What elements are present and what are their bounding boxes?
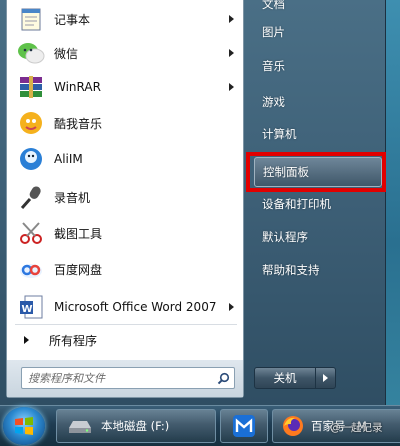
wechat-icon [16, 38, 46, 68]
highlight-frame [246, 152, 386, 192]
program-item-notepad[interactable]: 记事本 [10, 2, 240, 36]
drive-icon [67, 418, 93, 434]
desktop-background [386, 0, 400, 405]
search-box [21, 367, 235, 389]
shutdown-options-button[interactable] [316, 367, 336, 389]
firefox-icon [281, 414, 305, 438]
windows-logo-icon [15, 417, 33, 435]
shutdown-control: 关机 [254, 367, 338, 389]
program-item-aliim[interactable]: AliIM [10, 142, 240, 176]
aliim-icon [16, 144, 46, 174]
maxthon-icon [232, 414, 256, 438]
programs-panel: 记事本 微信 WinRAR 酷我音乐 AliIM 录音机 截图工具 百度网盘 W… [6, 0, 244, 398]
program-label: 截图工具 [54, 226, 103, 241]
program-label: AliIM [54, 152, 83, 166]
submenu-arrow-icon [229, 83, 234, 91]
svg-text:W: W [22, 304, 33, 315]
menu-separator [15, 324, 237, 325]
right-link-games[interactable]: 游戏 [254, 87, 382, 117]
right-link-default-programs[interactable]: 默认程序 [254, 222, 382, 252]
program-label: 百度网盘 [54, 262, 103, 277]
search-input[interactable] [22, 368, 212, 388]
program-item-sound-recorder[interactable]: 录音机 [10, 180, 240, 214]
taskbar-item-local-disk[interactable]: 本地磁盘 (F:) [56, 409, 216, 443]
shutdown-button[interactable]: 关机 [254, 367, 316, 389]
program-item-wechat[interactable]: 微信 [10, 36, 240, 70]
program-item-baidu-netdisk[interactable]: 百度网盘 [10, 252, 240, 286]
submenu-arrow-icon [229, 15, 234, 23]
program-item-word-2007[interactable]: W Microsoft Office Word 2007 [10, 290, 240, 324]
chevron-right-icon [323, 374, 328, 382]
program-label: WinRAR [54, 80, 101, 94]
word-icon: W [16, 292, 46, 322]
taskbar-item-label: 本地磁盘 (F:) [101, 419, 170, 433]
notepad-icon [16, 4, 46, 34]
right-link-help-support[interactable]: 帮助和支持 [254, 255, 382, 285]
baidu-netdisk-icon [16, 254, 46, 284]
microphone-icon [16, 182, 46, 212]
program-label: 录音机 [54, 190, 91, 205]
watermark-text: @一起记录 [330, 422, 383, 434]
start-menu: 记事本 微信 WinRAR 酷我音乐 AliIM 录音机 截图工具 百度网盘 W… [0, 0, 386, 405]
right-link-devices-printers[interactable]: 设备和打印机 [254, 189, 382, 219]
taskbar-item-maxthon[interactable] [220, 409, 268, 443]
submenu-arrow-icon [229, 303, 234, 311]
submenu-arrow-icon [229, 49, 234, 57]
kuwo-music-icon [16, 108, 46, 138]
program-label: Microsoft Office Word 2007 [54, 300, 217, 314]
start-button[interactable] [3, 407, 45, 445]
program-label: 酷我音乐 [54, 116, 103, 131]
all-programs-label: 所有程序 [49, 333, 98, 348]
right-link-computer[interactable]: 计算机 [254, 119, 382, 149]
right-link-music[interactable]: 音乐 [254, 51, 382, 81]
program-item-kuwo-music[interactable]: 酷我音乐 [10, 106, 240, 140]
search-icon[interactable] [212, 368, 234, 388]
search-area [7, 360, 243, 397]
program-label: 记事本 [54, 12, 91, 27]
winrar-icon [16, 72, 46, 102]
expand-arrow-icon [24, 336, 29, 344]
taskbar: 本地磁盘 (F:) 百家号 - M @一起记录 [0, 405, 400, 446]
snipping-tool-icon [16, 218, 46, 248]
right-link-pictures[interactable]: 图片 [254, 17, 382, 47]
program-item-snipping-tool[interactable]: 截图工具 [10, 216, 240, 250]
program-label: 微信 [54, 46, 79, 61]
all-programs-button[interactable]: 所有程序 [10, 326, 240, 354]
program-item-winrar[interactable]: WinRAR [10, 70, 240, 104]
